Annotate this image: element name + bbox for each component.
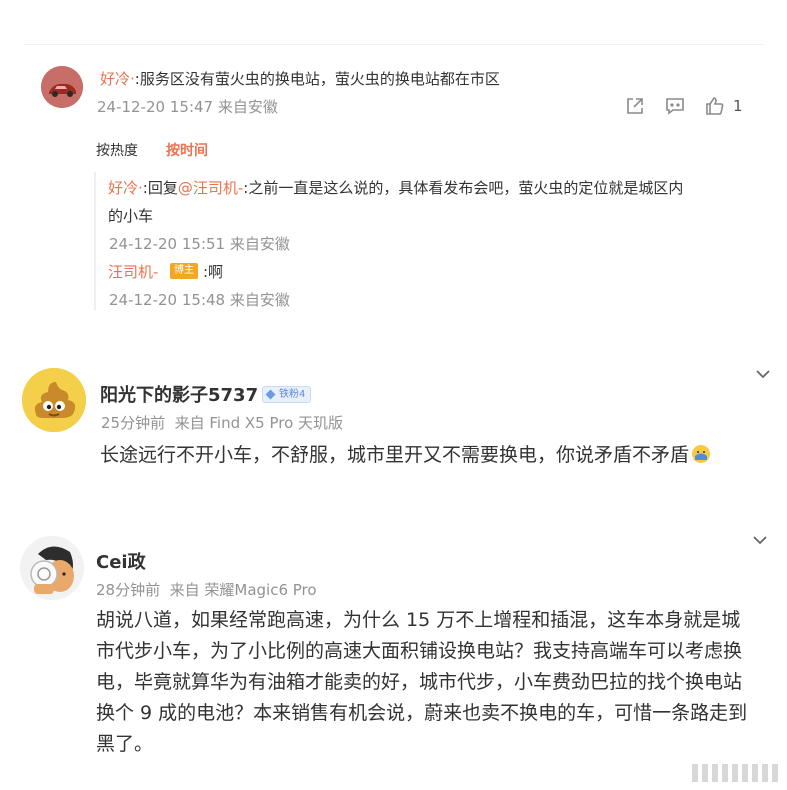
avatar[interactable] — [41, 66, 83, 108]
comment-icon — [666, 98, 684, 115]
author-badge: 博主 — [170, 263, 198, 279]
reply-text: :之前一直是这么说的，具体看发布会吧，萤火虫的定位就是城区内 — [243, 179, 684, 197]
comment-text-line: 黑了。 — [96, 733, 154, 755]
decorative-bars — [692, 764, 778, 782]
chevron-down-icon[interactable] — [752, 534, 768, 546]
reply-meta: 24-12-20 15:51 来自安徽 — [109, 235, 290, 253]
facepalm-emoji-icon — [692, 445, 711, 463]
avatar[interactable] — [22, 368, 86, 432]
chevron-down-icon[interactable] — [755, 368, 771, 380]
comment-text: 胡说八道，如果经常跑高速，为什么 15 万不上增程和插混，这车本身就是城 市代步… — [96, 605, 756, 760]
fan-badge: 铁粉4 — [262, 386, 312, 403]
mention-link[interactable]: @汪司机- — [178, 179, 243, 197]
comment-meta: 28分钟前 来自 荣耀Magic6 Pro — [96, 581, 317, 599]
like-count: 1 — [733, 97, 743, 115]
top-divider — [24, 44, 764, 45]
reply-line: 汪司机- — [108, 261, 158, 282]
comment-meta: 25分钟前 来自 Find X5 Pro 天玑版 — [101, 414, 344, 432]
poop-emoji-icon — [22, 368, 86, 432]
avatar[interactable] — [20, 536, 84, 600]
comment-line: 好冷·:服务区没有萤火虫的换电站，萤火虫的换电站都在市区 — [100, 68, 500, 89]
share-button[interactable] — [625, 96, 645, 116]
comment-text-line: 市代步小车，为了小比例的高速大面积铺设换电站？我支持高端车可以考虑换 — [96, 640, 743, 662]
comment-text: 长途远行不开小车，不舒服，城市里开又不需要换电，你说矛盾不矛盾 — [100, 444, 690, 466]
comment-button[interactable] — [665, 96, 685, 116]
reply-line: 好冷·:回复@汪司机-:之前一直是这么说的，具体看发布会吧，萤火虫的定位就是城区… — [108, 177, 683, 198]
comment-username[interactable]: 阳光下的影子5737 — [100, 381, 258, 407]
thumbs-up-icon — [706, 97, 724, 115]
reply-username[interactable]: 好冷· — [108, 179, 143, 197]
comment-text-line: 长途远行不开小车，不舒服，城市里开又不需要换电，你说矛盾不矛盾 — [100, 440, 712, 471]
share-icon — [627, 98, 643, 114]
comment-text-line: 换个 9 成的电池？本来销售有机会说，蔚来也卖不换电的车，可惜一条路走到 — [96, 702, 748, 724]
comment-username[interactable]: Cei政 — [96, 548, 146, 574]
comment-text-line: 胡说八道，如果经常跑高速，为什么 15 万不上增程和插混，这车本身就是城 — [96, 609, 741, 631]
comment-text: :服务区没有萤火虫的换电站，萤火虫的换电站都在市区 — [134, 70, 500, 88]
like-button[interactable]: 1 — [705, 96, 743, 116]
reply-text: :啊 — [203, 263, 224, 281]
reply-username[interactable]: 汪司机- — [108, 263, 158, 281]
cartoon-man-icon — [20, 536, 84, 600]
sort-by-time[interactable]: 按时间 — [166, 140, 208, 160]
reply-prefix: :回复 — [142, 179, 178, 197]
reply-text-cont: 的小车 — [108, 207, 154, 225]
sort-by-heat[interactable]: 按热度 — [96, 140, 138, 160]
red-car-icon — [41, 66, 83, 108]
comment-text-line: 电，毕竟就算华为有油箱才能卖的好，城市代步，小车费劲巴拉的找个换电站 — [96, 671, 743, 693]
username[interactable]: 好冷· — [100, 70, 135, 88]
reply-meta: 24-12-20 15:48 来自安徽 — [109, 291, 290, 309]
comment-meta: 24-12-20 15:47 来自安徽 — [97, 98, 278, 116]
